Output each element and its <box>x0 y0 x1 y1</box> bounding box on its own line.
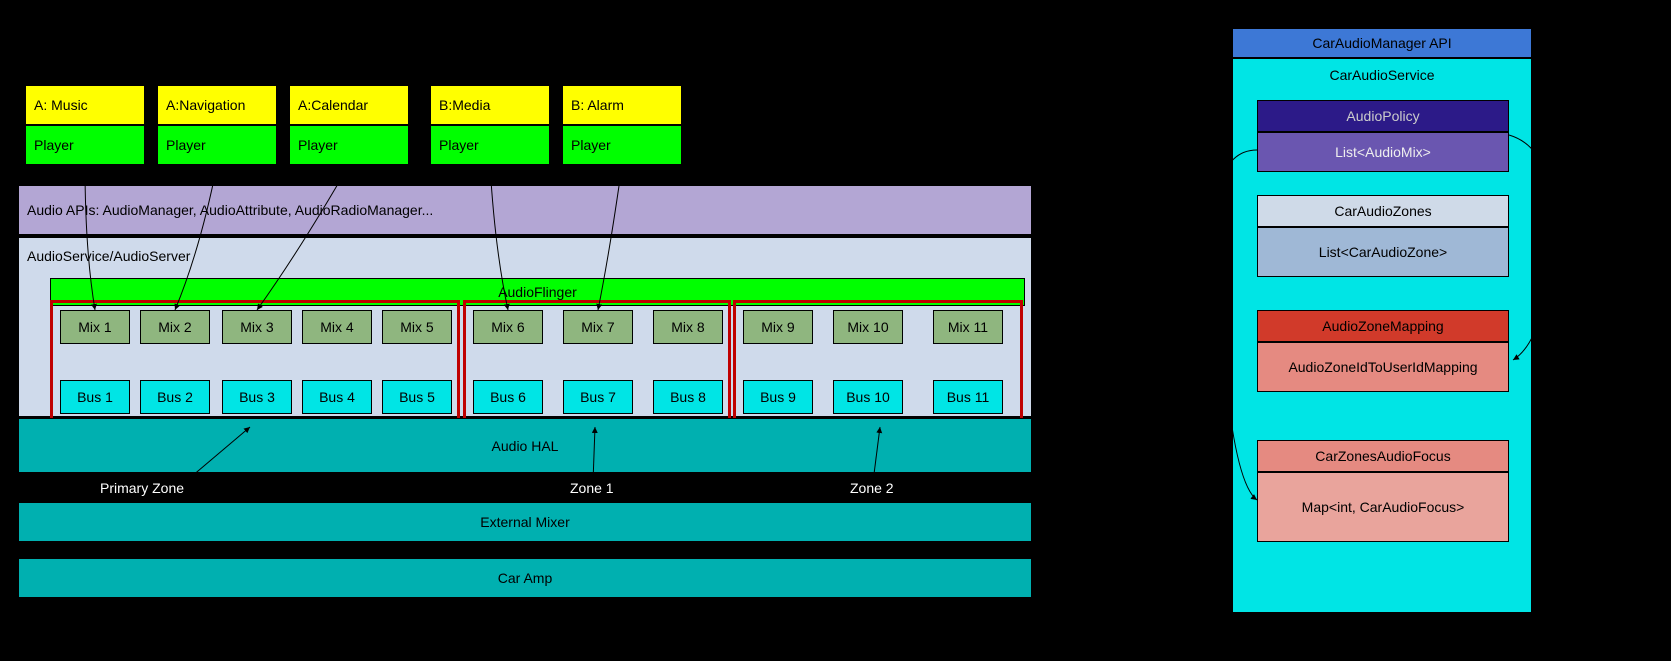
label: Audio APIs: AudioManager, AudioAttribute… <box>27 202 433 218</box>
app-player-calendar: Player <box>289 125 409 165</box>
caraudiozones-body: List<CarAudioZone> <box>1257 227 1509 277</box>
app-player-alarm: Player <box>562 125 682 165</box>
audio-hal: Audio HAL <box>18 418 1032 473</box>
label: Map<int, CarAudioFocus> <box>1302 499 1465 515</box>
zone-label-primary: Primary Zone <box>100 480 184 496</box>
app-attr-music: A: Music <box>25 85 145 125</box>
label: List<CarAudioZone> <box>1319 244 1447 260</box>
label: External Mixer <box>480 514 569 530</box>
audiozonemapping-body: AudioZoneIdToUserIdMapping <box>1257 342 1509 392</box>
label: Player <box>439 137 479 153</box>
label: CarAudioZones <box>1334 203 1431 219</box>
carzonesaudiofocus-body: Map<int, CarAudioFocus> <box>1257 472 1509 542</box>
app-attr-calendar: A:Calendar <box>289 85 409 125</box>
app-attr-alarm: B: Alarm <box>562 85 682 125</box>
audiopolicy-body: List<AudioMix> <box>1257 132 1509 172</box>
app-player-music: Player <box>25 125 145 165</box>
app-attr-navigation: A:Navigation <box>157 85 277 125</box>
external-mixer: External Mixer <box>18 502 1032 542</box>
label: B: Alarm <box>571 97 624 113</box>
label: Player <box>298 137 338 153</box>
primary-zone <box>50 300 460 425</box>
app-player-media: Player <box>430 125 550 165</box>
label: Car Amp <box>498 570 552 586</box>
label: AudioPolicy <box>1346 108 1419 124</box>
label: AudioZoneIdToUserIdMapping <box>1288 359 1477 375</box>
zone-label-1: Zone 1 <box>570 480 614 496</box>
label: Player <box>166 137 206 153</box>
label: AudioZoneMapping <box>1322 318 1443 334</box>
zone-1 <box>463 300 731 425</box>
label: Player <box>34 137 74 153</box>
label: CarAudioService <box>1329 67 1434 83</box>
label: CarZonesAudioFocus <box>1315 448 1450 464</box>
label: List<AudioMix> <box>1335 144 1431 160</box>
car-amp: Car Amp <box>18 558 1032 598</box>
label: Player <box>571 137 611 153</box>
label: CarAudioManager API <box>1312 35 1451 51</box>
audiopolicy-header: AudioPolicy <box>1257 100 1509 132</box>
zone-2 <box>733 300 1023 425</box>
audiozonemapping-header: AudioZoneMapping <box>1257 310 1509 342</box>
label: A: Music <box>34 97 88 113</box>
label: AudioService/AudioServer <box>27 248 190 264</box>
app-player-navigation: Player <box>157 125 277 165</box>
audio-apis-layer: Audio APIs: AudioManager, AudioAttribute… <box>18 185 1032 235</box>
label: AudioFlinger <box>498 284 577 300</box>
label: Audio HAL <box>492 438 559 454</box>
label: A:Calendar <box>298 97 368 113</box>
caraudiozones-header: CarAudioZones <box>1257 195 1509 227</box>
carzonesaudiofocus-header: CarZonesAudioFocus <box>1257 440 1509 472</box>
label: B:Media <box>439 97 490 113</box>
app-attr-media: B:Media <box>430 85 550 125</box>
car-audio-manager-api: CarAudioManager API <box>1232 28 1532 58</box>
label: A:Navigation <box>166 97 245 113</box>
zone-label-2: Zone 2 <box>850 480 894 496</box>
